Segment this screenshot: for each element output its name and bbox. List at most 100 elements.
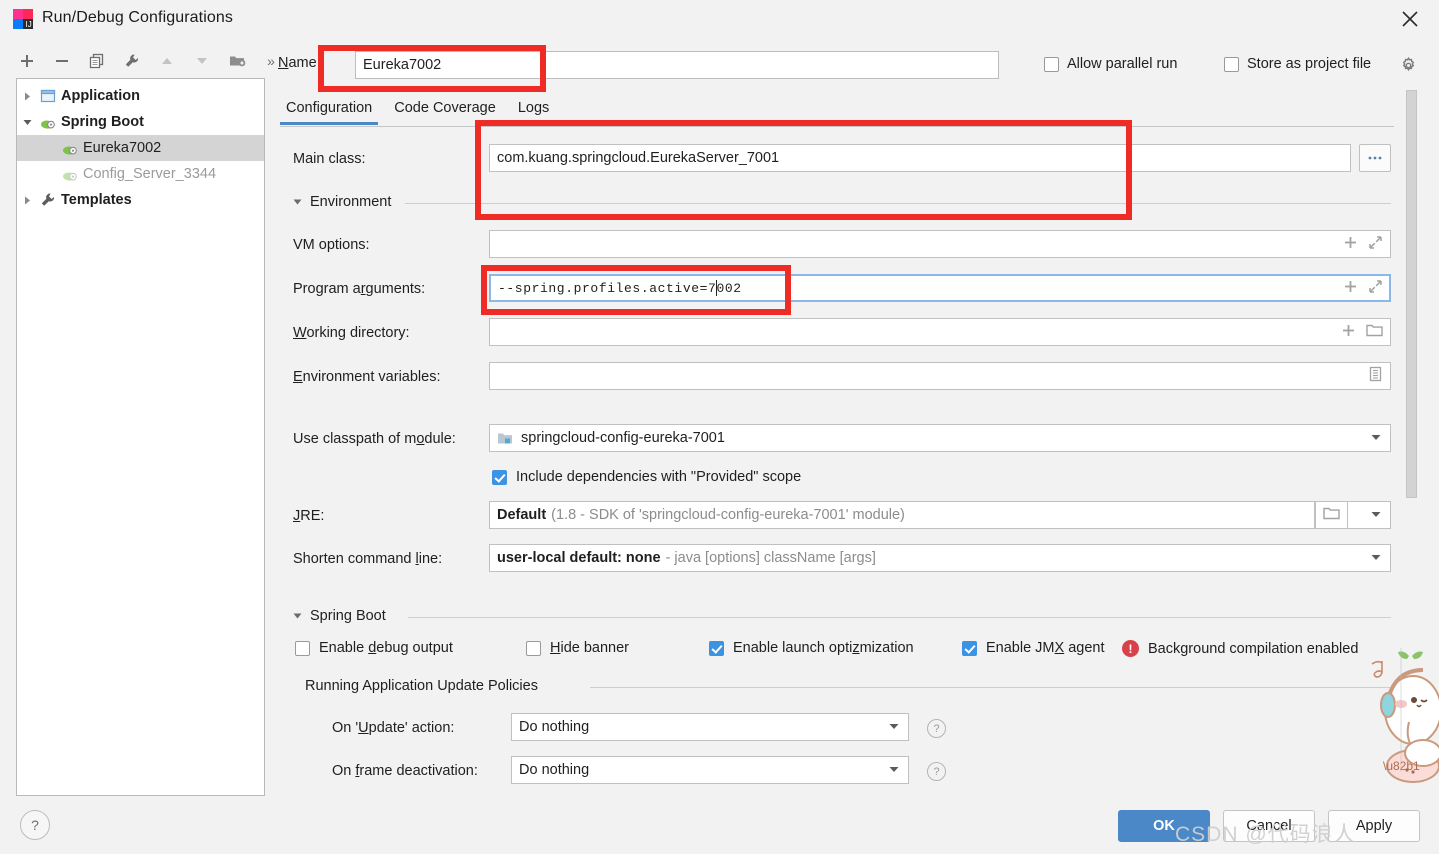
tree-item-eureka7002[interactable]: Eureka7002 [17,135,264,161]
configuration-form: Main class: com.kuang.springcloud.Eureka… [280,130,1394,796]
jre-browse-button[interactable] [1315,501,1347,529]
program-arguments-input[interactable]: --spring.profiles.active=7 002 [489,274,1391,302]
spring-boot-section-header[interactable]: Spring Boot [293,608,386,624]
classpath-module-label: Use classpath of module: [293,431,456,447]
main-class-input[interactable]: com.kuang.springcloud.EurekaServer_7001 [489,144,1351,172]
hide-banner-checkbox[interactable]: Hide banner [526,640,629,656]
on-frame-deactivation-help-icon[interactable]: ? [927,762,946,781]
environment-section-header[interactable]: Environment [293,194,391,210]
plus-icon[interactable] [1343,279,1358,298]
tree-item-application[interactable]: Application [17,83,264,109]
chevron-down-icon[interactable] [1371,553,1381,563]
application-icon [37,88,59,104]
program-arguments-value-left: --spring.profiles.active=7 [498,280,717,296]
plus-icon[interactable] [1341,323,1356,342]
add-configuration-button[interactable] [14,48,40,74]
section-divider [590,687,1391,688]
remove-configuration-button[interactable] [49,48,75,74]
title-bar: IJ Run/Debug Configurations [0,0,1439,38]
scrollbar-thumb[interactable] [1406,90,1417,498]
expand-icon[interactable] [1368,279,1383,298]
hide-banner-label: Hide banner [550,640,630,656]
tab-bar: Configuration Code Coverage Logs [280,100,565,126]
include-provided-scope-checkbox[interactable]: Include dependencies with "Provided" sco… [492,469,801,485]
on-update-action-combo[interactable]: Do nothing [511,713,909,741]
tree-item-config-server-3344[interactable]: Config_Server_3344 [17,161,264,187]
allow-parallel-run-checkbox[interactable]: Allow parallel run [1044,56,1177,72]
checkbox-box[interactable] [709,640,724,656]
folder-icon[interactable] [1366,323,1383,342]
checkbox-box[interactable] [492,469,507,485]
chevron-down-icon[interactable] [1371,433,1381,443]
shorten-command-line-combo[interactable]: user-local default: none - java [options… [489,544,1391,572]
chevron-down-icon[interactable] [889,765,899,775]
apply-button[interactable]: Apply [1328,810,1420,842]
environment-variables-input[interactable] [489,362,1391,390]
checkbox-box[interactable] [962,640,977,656]
configurations-tree[interactable]: Application Spring Boot Eureka7002 Confi… [16,78,265,796]
background-compilation-label: Background compilation enabled [1148,640,1359,657]
background-compilation-status: ! Background compilation enabled [1122,640,1358,657]
list-icon[interactable] [1368,366,1383,386]
environment-section-label: Environment [310,194,392,210]
tab-logs[interactable]: Logs [512,100,555,122]
main-class-value: com.kuang.springcloud.EurekaServer_7001 [497,150,780,166]
spring-boot-icon [59,140,81,156]
vm-options-label: VM options: [293,237,370,253]
spring-boot-icon [37,114,59,130]
chevron-down-icon[interactable] [1371,510,1381,520]
enable-jmx-agent-checkbox[interactable]: Enable JMX agent [962,640,1105,656]
program-arguments-field-buttons [1309,274,1391,302]
tab-configuration[interactable]: Configuration [280,100,379,125]
close-icon[interactable] [1397,6,1423,32]
on-frame-deactivation-combo[interactable]: Do nothing [511,756,909,784]
checkbox-box[interactable] [526,640,541,656]
tab-code-coverage[interactable]: Code Coverage [388,100,502,122]
edit-templates-wrench-icon[interactable] [119,48,145,74]
jre-dropdown-button[interactable] [1347,501,1391,529]
form-scrollbar[interactable] [1404,86,1419,600]
chevron-right-icon[interactable] [17,92,37,101]
checkbox-box[interactable] [295,640,310,656]
environment-variables-field-buttons [1336,362,1391,390]
main-class-browse-button[interactable] [1359,144,1391,172]
store-as-project-file-checkbox[interactable]: Store as project file [1224,56,1371,72]
expand-icon[interactable] [1368,235,1383,254]
working-directory-input[interactable] [489,318,1391,346]
tree-item-templates[interactable]: Templates [17,187,264,213]
help-button[interactable]: ? [20,810,50,840]
chevron-down-icon[interactable] [889,722,899,732]
classpath-module-combo[interactable]: springcloud-config-eureka-7001 [489,424,1391,452]
enable-launch-optimization-checkbox[interactable]: Enable launch optizmization [709,640,914,656]
tree-item-spring-boot[interactable]: Spring Boot [17,109,264,135]
shorten-command-line-value-main: user-local default: none [497,550,661,566]
vm-options-input[interactable] [489,230,1391,258]
wrench-icon [37,192,59,208]
chevron-down-icon[interactable] [293,197,302,208]
allow-parallel-run-label: Allow parallel run [1067,56,1178,72]
name-input[interactable]: Eureka7002 [355,51,999,79]
copy-configuration-button[interactable] [84,48,110,74]
include-provided-scope-label: Include dependencies with "Provided" sco… [516,469,802,485]
enable-debug-output-checkbox[interactable]: Enable debug output [295,640,453,656]
checkbox-box[interactable] [1224,56,1239,72]
checkbox-box[interactable] [1044,56,1059,72]
jre-combo[interactable]: Default (1.8 - SDK of 'springcloud-confi… [489,501,1315,529]
chevron-down-icon[interactable] [17,118,37,127]
tree-item-label: Application [61,88,140,104]
folder-icon [1323,506,1340,525]
environment-variables-label: Environment variables: [293,369,441,385]
new-folder-button[interactable] [224,48,250,74]
shorten-command-line-label: Shorten command line: [293,551,443,567]
chevron-down-icon[interactable] [293,611,302,622]
store-as-project-file-label: Store as project file [1247,56,1372,72]
cancel-button[interactable]: Cancel [1223,810,1315,842]
gear-icon[interactable] [1400,56,1417,78]
tree-item-label: Spring Boot [61,114,144,130]
ok-button[interactable]: OK [1118,810,1210,842]
move-down-button[interactable] [189,48,215,74]
move-up-button[interactable] [154,48,180,74]
plus-icon[interactable] [1343,235,1358,254]
on-update-action-help-icon[interactable]: ? [927,719,946,738]
chevron-right-icon[interactable] [17,196,37,205]
